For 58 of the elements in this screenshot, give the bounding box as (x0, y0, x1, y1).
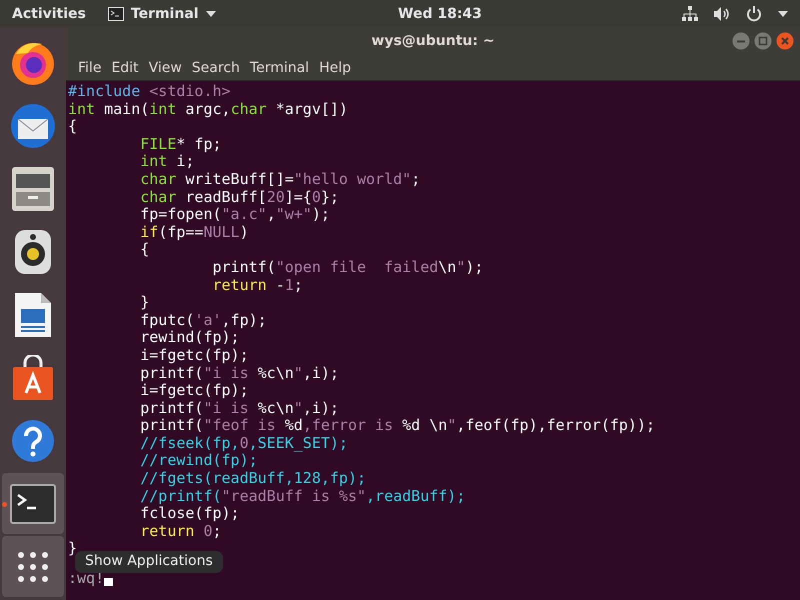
code-line: char readBuff[20]={0}; (139, 188, 339, 206)
code-line: i=fgetc(fp); (139, 382, 249, 400)
code-line: fclose(fp); (139, 505, 240, 523)
terminal-icon[interactable] (10, 484, 56, 524)
code-line: int main(int argc,char *argv[]) (68, 100, 348, 118)
code-line: i=fgetc(fp); (139, 346, 249, 364)
code-line: //rewind(fp); (139, 452, 258, 470)
clock[interactable]: Wed 18:43 (398, 6, 482, 22)
menu-item[interactable]: File (74, 60, 106, 76)
code-line: printf("open file failed\n"); (211, 258, 484, 277)
speaker-icon[interactable] (13, 228, 53, 276)
code-line: rewind(fp); (139, 329, 240, 347)
file-cabinet-icon[interactable] (11, 166, 55, 212)
code-line: int i; (139, 153, 194, 171)
terminal-icon (108, 6, 124, 20)
menu-item[interactable]: View (144, 60, 186, 76)
browser-icon[interactable] (10, 40, 56, 86)
code-line: { (68, 118, 78, 136)
code-line: //printf("readBuff is %s",readBuff); (139, 488, 466, 506)
text-cursor (104, 578, 114, 586)
code-line: } (68, 540, 78, 558)
code-line: if(fp==NULL) (139, 224, 249, 242)
volume-icon[interactable] (714, 6, 730, 20)
code-line: //fseek(fp,0,SEEK_SET); (139, 434, 348, 452)
code-line: char writeBuff[]="hello world"; (139, 170, 420, 189)
tooltip: Show Applications (75, 551, 223, 573)
code-line: FILE* fp; (139, 136, 222, 154)
code-line: return 0; (139, 522, 222, 540)
shopping-bag-icon[interactable] (11, 354, 55, 401)
code-line: printf("i is %c\n",i); (139, 364, 339, 382)
mail-icon[interactable] (9, 102, 57, 150)
maximize-button[interactable] (754, 32, 772, 50)
code-line: fp=fopen("a.c","w+"); (139, 206, 330, 224)
code-line: } (139, 294, 150, 312)
power-icon[interactable] (746, 6, 762, 22)
code-line: printf("feof is %d,ferror is %d \n",feof(fp),ferror(fp)); (139, 417, 656, 435)
menu-item[interactable]: Edit (107, 60, 143, 76)
caret-icon[interactable] (778, 10, 788, 16)
activities-button[interactable]: Activities (12, 6, 86, 22)
caret-icon (206, 10, 216, 16)
menu-item[interactable]: Terminal (246, 60, 314, 76)
code-line: fputc('a',fp); (139, 312, 267, 330)
help-icon[interactable] (11, 418, 55, 463)
close-button[interactable] (776, 32, 794, 50)
code-line: { (139, 241, 150, 259)
code-line: #include <stdio.h> (68, 83, 231, 101)
command-text: :wq! (68, 570, 104, 588)
menu-item[interactable]: Search (188, 60, 244, 76)
app-menu[interactable]: Terminal (108, 6, 216, 22)
document-icon[interactable] (13, 291, 53, 339)
window-title: wys@ubuntu: ~ (371, 33, 495, 49)
app-grid-icon[interactable] (17, 550, 49, 583)
minimize-button[interactable] (732, 32, 750, 50)
code-line: //fgets(readBuff,128,fp); (139, 470, 366, 488)
code-line: return -1; (211, 276, 303, 294)
network-icon[interactable] (682, 6, 698, 22)
menu-item[interactable]: Help (315, 60, 355, 76)
code-line: printf("i is %c\n",i); (139, 400, 339, 418)
